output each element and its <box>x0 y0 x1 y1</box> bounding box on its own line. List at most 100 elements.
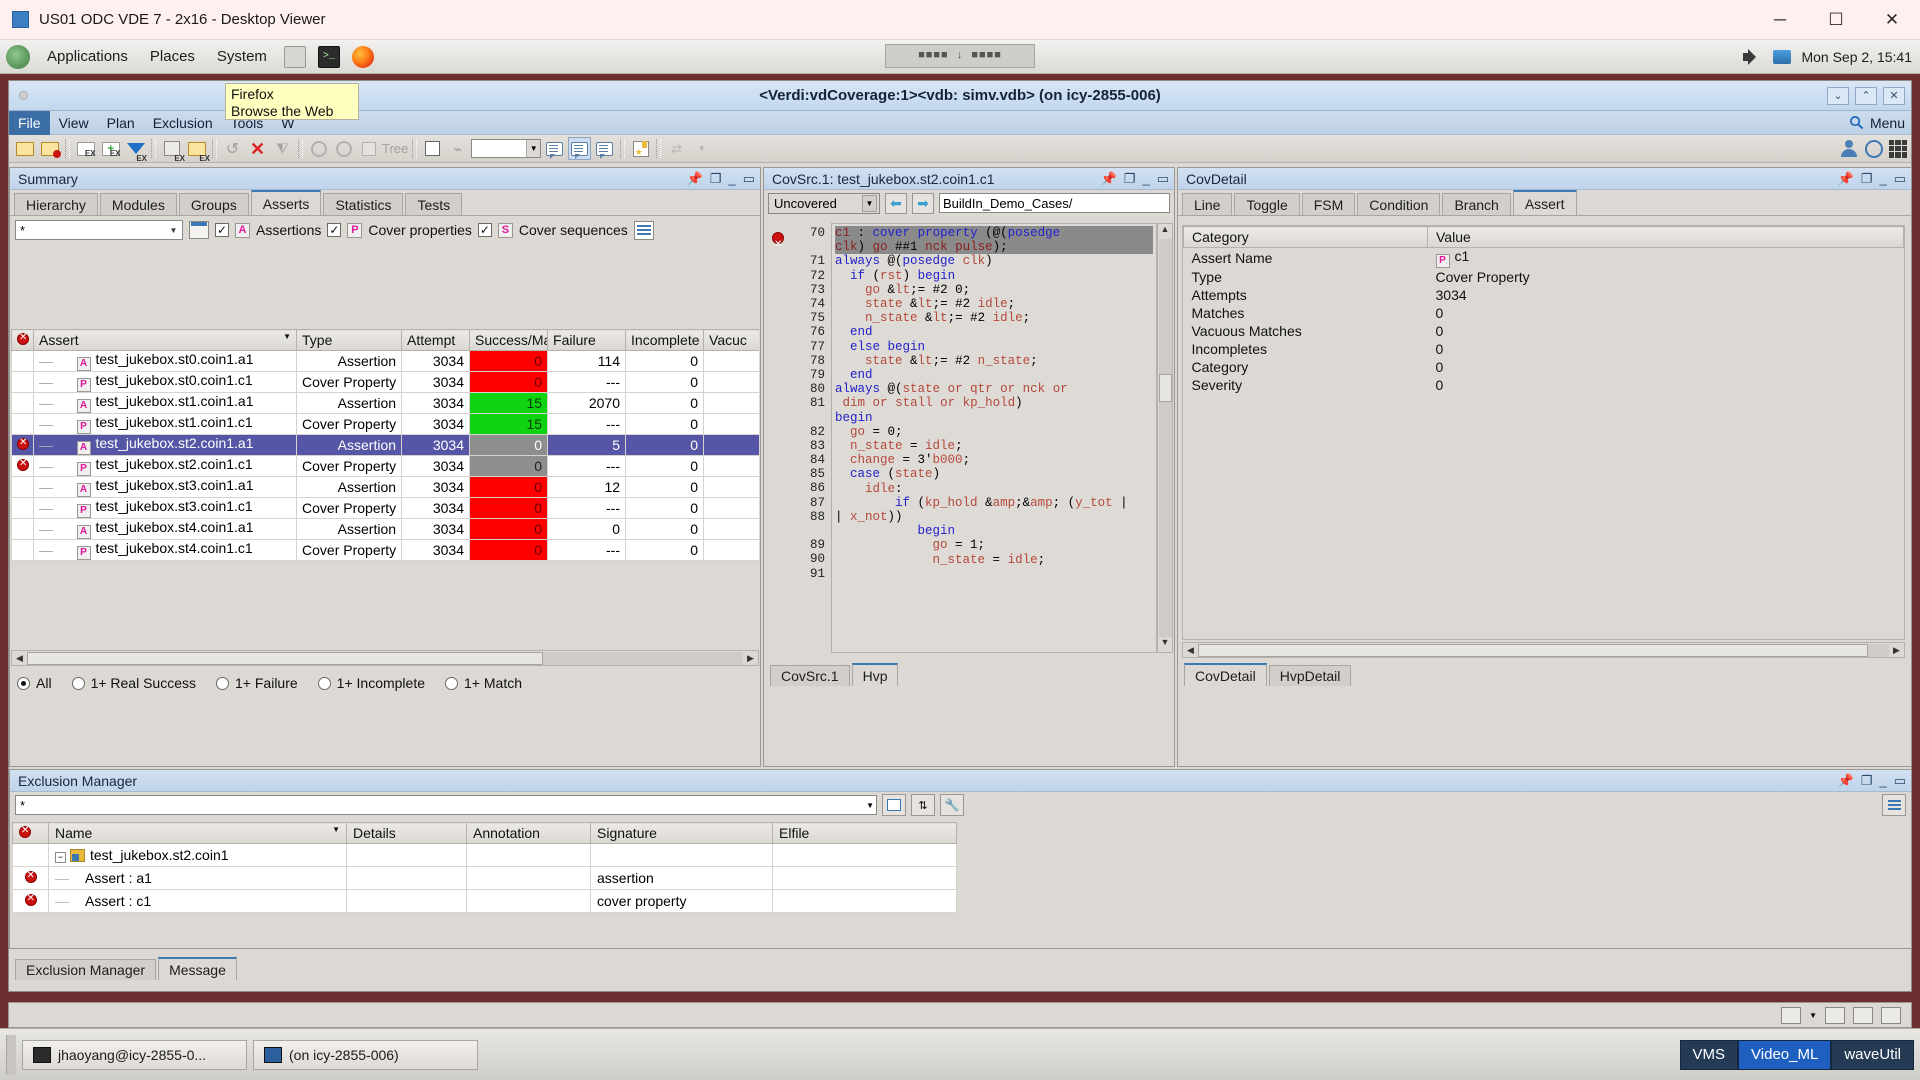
code-vscrollbar[interactable]: ▲ ▼ <box>1157 223 1173 653</box>
tab-modules[interactable]: Modules <box>99 193 177 215</box>
assertions-checkbox[interactable]: ✓ <box>215 223 229 237</box>
files-icon[interactable] <box>283 45 306 68</box>
code-text[interactable]: c1 : cover property (@(posedge clk) go #… <box>831 223 1157 653</box>
open-folder-button[interactable] <box>13 137 36 160</box>
radio-all[interactable] <box>17 676 30 690</box>
tab-hierarchy[interactable]: Hierarchy <box>14 193 98 215</box>
exclusion-filter-input[interactable]: * ▼ <box>15 795 877 815</box>
pin-icon[interactable]: 📌 <box>687 172 703 185</box>
minimize-button[interactable]: ─ <box>1752 0 1808 40</box>
menu-search-area[interactable]: Menu <box>1849 115 1905 131</box>
layout-icon[interactable] <box>1781 1006 1802 1024</box>
covdetail-row[interactable]: Incompletes 0 <box>1183 340 1904 358</box>
hierarchy-toggle-icon[interactable] <box>189 221 209 239</box>
menu-places[interactable]: Places <box>145 46 200 67</box>
remove-exclusion-button[interactable]: EX <box>74 137 97 160</box>
tab-message[interactable]: Message <box>158 957 237 980</box>
menu-file[interactable]: File <box>9 110 50 135</box>
taskbar-item-verdi[interactable]: (on icy-2855-006) <box>253 1039 478 1070</box>
collapse-toggle-icon[interactable]: − <box>55 852 66 863</box>
prev-uncovered-button[interactable]: ⬅ <box>885 192 907 214</box>
load-exclusion-button[interactable]: EX <box>185 137 210 163</box>
firefox-icon[interactable] <box>351 45 374 68</box>
row-exclude-marker[interactable] <box>11 371 34 393</box>
pin-icon[interactable]: 📌 <box>1838 774 1854 787</box>
network-icon[interactable] <box>1773 50 1792 64</box>
col-value[interactable]: Value <box>1427 226 1904 248</box>
save-exclusion-button[interactable]: EX <box>160 137 185 163</box>
tab-hvpdetail[interactable]: HvpDetail <box>1268 665 1352 686</box>
row-exclude-marker[interactable] <box>12 843 49 867</box>
col-vacuous[interactable]: Vacuc <box>703 329 759 351</box>
workspace-video-ml[interactable]: Video_ML <box>1738 1039 1832 1070</box>
exclusion-sort-button[interactable]: ⇅ <box>911 794 935 816</box>
tab-asserts[interactable]: Asserts <box>250 190 322 215</box>
maximize-icon[interactable]: ▭ <box>1894 172 1906 185</box>
pin-icon[interactable]: 📌 <box>1838 172 1854 185</box>
close-folder-button[interactable] <box>38 137 61 160</box>
uncovered-marker-icon[interactable] <box>772 226 784 259</box>
verdi-close-button[interactable]: ✕ <box>1883 86 1905 105</box>
delete-button[interactable]: ✕ <box>246 137 269 160</box>
scroll-left-icon[interactable]: ◀ <box>1183 645 1198 656</box>
col-annotation[interactable]: Annotation <box>466 822 591 844</box>
maximize-icon[interactable]: ▭ <box>1894 774 1906 787</box>
scroll-left-icon[interactable]: ◀ <box>12 653 27 664</box>
col-failure[interactable]: Failure <box>547 329 627 351</box>
table-row[interactable]: —Ptest_jukebox.st2.coin1.c1Cover Propert… <box>11 455 759 477</box>
user-icon[interactable] <box>1839 139 1859 158</box>
col-type[interactable]: Type <box>296 329 403 351</box>
bookmark-button[interactable] <box>629 137 652 160</box>
table-row[interactable]: — Ptest_jukebox.st0.coin1.c1 Cover Propert… <box>11 371 759 393</box>
tab-assert[interactable]: Assert <box>1512 190 1577 215</box>
row-exclude-marker[interactable] <box>12 889 49 913</box>
table-row[interactable]: — Atest_jukebox.st3.coin1.a1 Assertion 3034… <box>11 476 759 498</box>
col-exclude-marker[interactable] <box>12 822 49 844</box>
align-top-icon[interactable] <box>1825 1006 1845 1024</box>
covdetail-hscrollbar[interactable]: ◀ ▶ <box>1182 642 1905 658</box>
tab-statistics[interactable]: Statistics <box>323 193 404 215</box>
col-elfile[interactable]: Elfile <box>772 822 957 844</box>
row-exclude-marker[interactable] <box>11 455 34 477</box>
annotate-button[interactable] <box>421 137 444 160</box>
assert-filter-input[interactable]: * ▼ <box>15 220 183 240</box>
volume-icon[interactable] <box>1743 49 1763 65</box>
table-row[interactable]: —Assert : a1 assertion <box>12 866 1910 890</box>
col-success[interactable]: Success/Ma <box>469 329 549 351</box>
tab-hvp[interactable]: Hvp <box>851 663 899 686</box>
taskbar-item-terminal[interactable]: jhaoyang@icy-2855-0... <box>22 1039 247 1070</box>
minimize-icon[interactable]: _ <box>1879 774 1886 787</box>
toolbar-combo[interactable]: ▼ <box>471 139 542 158</box>
covdetail-row[interactable]: Vacuous Matches 0 <box>1183 322 1904 340</box>
table-row[interactable]: — Atest_jukebox.st4.coin1.a1 Assertion 3034… <box>11 518 759 540</box>
tab-branch[interactable]: Branch <box>1442 193 1511 215</box>
cover-sequences-checkbox[interactable]: ✓ <box>477 223 492 237</box>
tab-covsrc1[interactable]: CovSrc.1 <box>770 665 850 686</box>
table-row[interactable]: — Atest_jukebox.st1.coin1.a1 Assertion 3034… <box>11 392 759 414</box>
tab-covdetail[interactable]: CovDetail <box>1184 663 1267 686</box>
menu-plan[interactable]: Plan <box>98 111 144 135</box>
row-exclude-marker[interactable] <box>11 350 34 372</box>
row-exclude-marker[interactable] <box>11 392 34 414</box>
col-assert[interactable]: Assert ▼ <box>32 329 298 351</box>
covdetail-row[interactable]: Severity 0 <box>1183 376 1904 394</box>
covdetail-row[interactable]: Category 0 <box>1183 358 1904 376</box>
column-settings-icon[interactable] <box>633 220 654 240</box>
row-exclude-marker[interactable] <box>11 497 34 519</box>
col-attempt[interactable]: Attempt <box>401 329 471 351</box>
chevron-down-icon[interactable]: ▼ <box>866 801 874 810</box>
tab-exclusion-manager[interactable]: Exclusion Manager <box>15 959 157 980</box>
tab-condition[interactable]: Condition <box>1357 193 1441 215</box>
filter-exclusion-button[interactable]: EX <box>124 137 147 163</box>
row-exclude-marker[interactable] <box>11 413 34 435</box>
table-row[interactable]: —Assert : c1 cover property <box>12 889 1910 913</box>
covdetail-row[interactable]: Assert Name Pc1 <box>1183 247 1904 268</box>
workspace-vms[interactable]: VMS <box>1679 1039 1739 1070</box>
scroll-up-icon[interactable]: ▲ <box>1161 224 1170 239</box>
menu-system[interactable]: System <box>212 46 272 67</box>
show-desktop-button[interactable] <box>6 1034 16 1075</box>
scroll-right-icon[interactable]: ▶ <box>743 653 758 664</box>
scroll-down-icon[interactable]: ▼ <box>1161 637 1170 652</box>
exclusion-menu-button[interactable] <box>1882 794 1906 816</box>
maximize-icon[interactable]: ▭ <box>743 172 755 185</box>
